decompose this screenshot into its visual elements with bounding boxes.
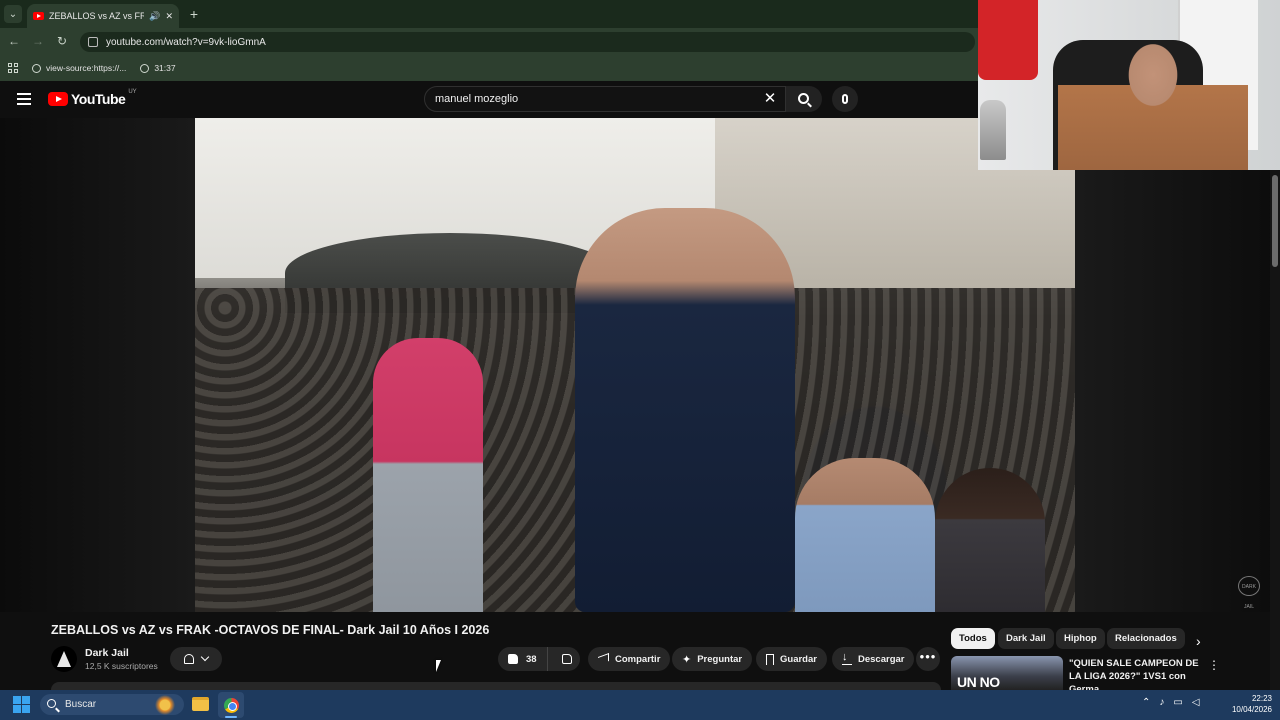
search-query: manuel mozeglio	[435, 93, 519, 105]
channel-name[interactable]: Dark Jail	[85, 647, 129, 659]
clock-date: 10/04/2026	[1231, 705, 1272, 714]
bookmark-timer[interactable]: 31:37	[140, 63, 176, 73]
thumbs-up-icon	[508, 654, 518, 664]
network-icon[interactable]: ▭	[1173, 697, 1182, 708]
chevron-right-icon[interactable]: ›	[1196, 634, 1208, 648]
globe-icon	[32, 63, 41, 73]
taskbar-clock[interactable]: 22:23 10/04/2026	[1222, 693, 1272, 715]
search-highlight-icon	[150, 694, 180, 715]
share-label: Compartir	[615, 653, 661, 665]
save-label: Guardar	[780, 653, 817, 665]
tab-title: ZEBALLOS vs AZ vs FRAK -O	[49, 11, 145, 21]
youtube-favicon-icon	[33, 12, 44, 20]
download-icon	[842, 651, 852, 665]
webcam-trophy	[980, 100, 1006, 160]
player-right-backdrop	[1075, 170, 1280, 612]
sparkle-icon: ✦	[682, 653, 692, 666]
bookmark-icon	[766, 653, 774, 665]
like-button[interactable]: 38	[498, 647, 548, 671]
windows-start-icon[interactable]	[13, 696, 30, 713]
ask-label: Preguntar	[697, 653, 743, 665]
clock-time: 22:23	[1251, 694, 1272, 703]
site-info-icon[interactable]	[88, 37, 98, 47]
microphone-tray-icon[interactable]: ♪	[1159, 697, 1164, 708]
scrollbar-thumb[interactable]	[1272, 175, 1278, 267]
description-box[interactable]	[51, 682, 941, 690]
like-dislike-group: 38	[498, 647, 580, 671]
search-icon	[47, 699, 56, 708]
chrome-icon	[223, 697, 239, 713]
dislike-button[interactable]	[554, 647, 580, 671]
video-title: ZEBALLOS vs AZ vs FRAK -OCTAVOS DE FINAL…	[51, 623, 490, 637]
thumbnail-text: UN NO	[957, 674, 1000, 690]
chip-relacionados[interactable]: Relacionados	[1107, 628, 1185, 649]
globe-icon	[140, 63, 150, 73]
chip-todos[interactable]: Todos	[951, 628, 995, 649]
search-icon	[797, 92, 809, 104]
download-button[interactable]: Descargar	[832, 647, 915, 671]
save-button[interactable]: Guardar	[756, 647, 827, 671]
tab-close-icon[interactable]: ✕	[165, 11, 173, 22]
bookmark-view-source[interactable]: view-source:https://...	[32, 63, 126, 73]
video-person-main	[575, 208, 795, 612]
channel-watermark[interactable]: DARK JAIL	[1238, 576, 1260, 610]
download-label: Descargar	[858, 653, 905, 665]
chip-hiphop[interactable]: Hiphop	[1056, 628, 1105, 649]
bookmark-label: view-source:https://...	[46, 63, 127, 73]
webcam-person	[1058, 25, 1248, 170]
vertical-dots-icon[interactable]: ⋮	[1208, 658, 1220, 672]
chevron-down-icon	[200, 652, 210, 662]
recommended-video-thumbnail[interactable]: UN NO	[951, 656, 1063, 690]
bell-icon	[184, 654, 194, 664]
youtube-logo-text: YouTube	[71, 91, 126, 107]
active-app-indicator	[225, 716, 237, 718]
channel-avatar[interactable]	[51, 646, 77, 672]
forward-arrow-icon[interactable]: →	[30, 33, 46, 49]
tab-search-chevron-icon[interactable]: ⌄	[4, 5, 22, 23]
player-left-backdrop	[0, 118, 195, 612]
search-input[interactable]: manuel mozeglio	[424, 86, 786, 112]
webcam-jersey	[978, 0, 1038, 80]
ask-button[interactable]: ✦ Preguntar	[672, 647, 753, 671]
address-url: youtube.com/watch?v=9vk-lioGmnA	[106, 36, 266, 48]
video-person-blue-hoodie	[795, 458, 935, 612]
audio-playing-icon[interactable]: 🔊	[149, 11, 160, 22]
voice-search-button[interactable]	[832, 86, 858, 112]
clear-search-icon[interactable]: ✕	[762, 90, 778, 108]
notification-bell-button[interactable]	[170, 647, 222, 671]
tree-logo-icon	[57, 651, 71, 667]
apps-grid-icon[interactable]	[8, 63, 18, 73]
more-actions-button[interactable]: •••	[916, 647, 940, 671]
back-arrow-icon[interactable]: ←	[6, 33, 22, 49]
video-person-smiling	[935, 468, 1045, 612]
like-count: 38	[526, 653, 537, 665]
reload-icon[interactable]: ↻	[54, 33, 70, 49]
browser-tab-active[interactable]: ZEBALLOS vs AZ vs FRAK -O 🔊 ✕	[27, 4, 179, 28]
hamburger-menu-icon[interactable]	[17, 93, 31, 105]
mouse-cursor	[436, 660, 441, 672]
share-button[interactable]: Compartir	[588, 647, 671, 671]
file-explorer-icon[interactable]	[192, 697, 209, 711]
video-person-pink-hoodie	[373, 338, 483, 612]
search-button[interactable]	[786, 86, 822, 112]
microphone-icon	[842, 94, 848, 104]
new-tab-plus-icon[interactable]: +	[186, 6, 202, 22]
chip-dark-jail[interactable]: Dark Jail	[998, 628, 1054, 649]
share-arrow-icon	[598, 652, 609, 666]
video-player[interactable]	[195, 118, 1075, 612]
tray-chevron-up-icon[interactable]: ⌃	[1142, 697, 1150, 708]
address-bar[interactable]: youtube.com/watch?v=9vk-lioGmnA	[80, 32, 975, 52]
youtube-play-icon	[48, 92, 68, 106]
chrome-taskbar-button[interactable]	[218, 692, 244, 718]
webcam-overlay	[978, 0, 1280, 170]
system-tray: ⌃ ♪ ▭ ◁	[1142, 697, 1200, 708]
bookmarks-bar: view-source:https://... 31:37	[0, 55, 978, 81]
channel-subscriber-count: 12,5 K suscriptores	[85, 661, 158, 671]
taskbar-search-placeholder: Buscar	[65, 699, 97, 710]
thumbs-down-icon	[561, 654, 572, 664]
country-code: UY	[128, 89, 137, 95]
bookmark-label: 31:37	[154, 63, 176, 73]
youtube-logo[interactable]: YouTube UY	[48, 89, 137, 107]
volume-icon[interactable]: ◁	[1192, 697, 1200, 708]
